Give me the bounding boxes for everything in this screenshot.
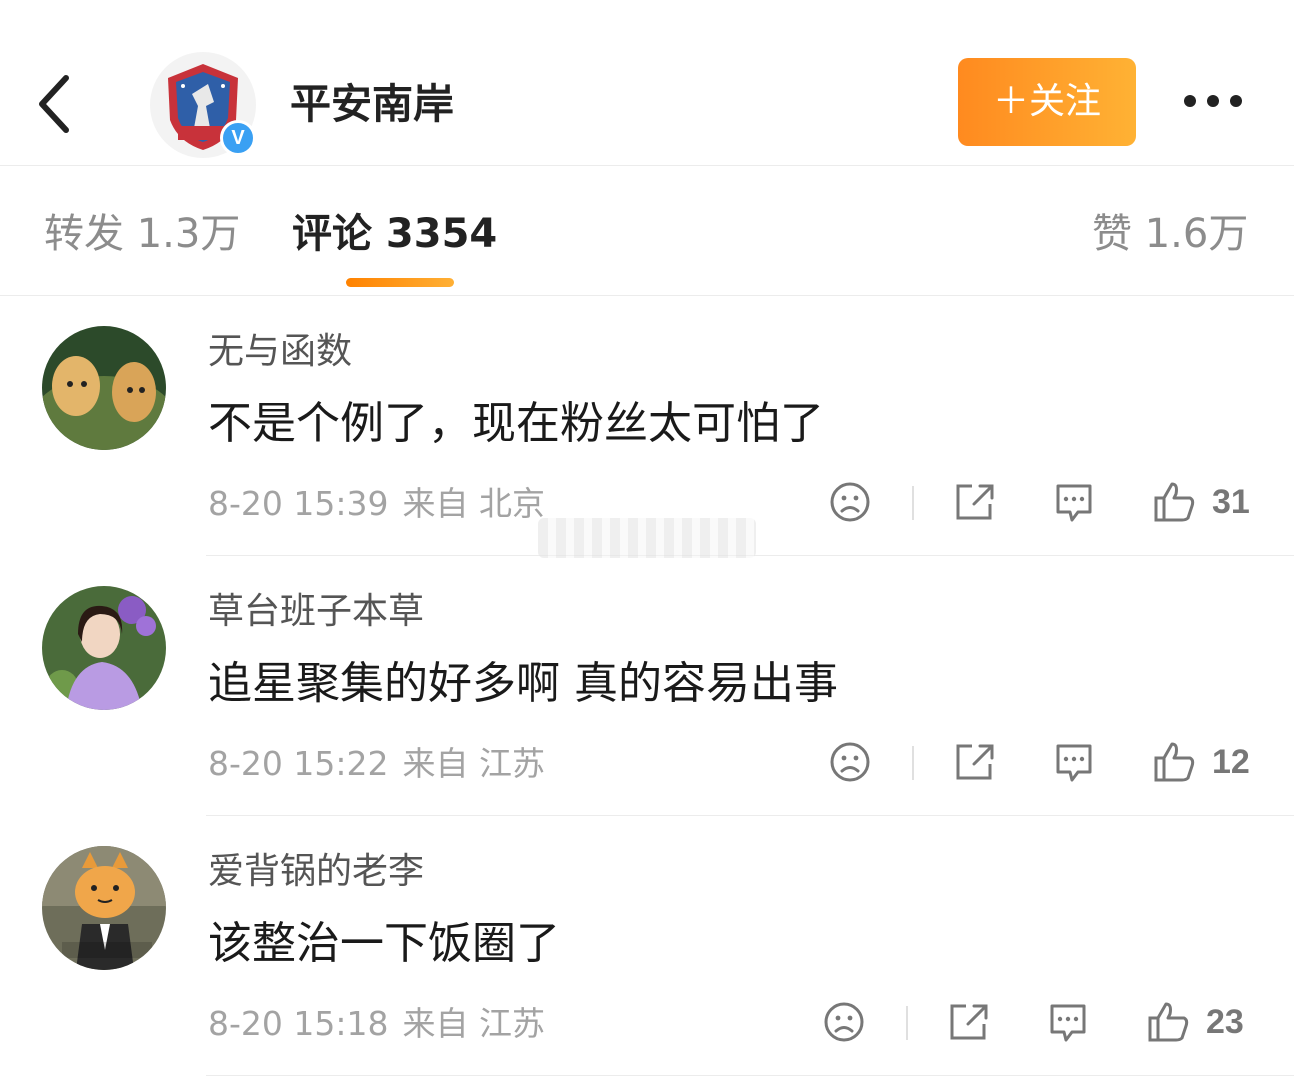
more-dots-icon[interactable]	[1184, 88, 1254, 116]
sad-face-icon[interactable]	[828, 738, 872, 786]
comment-icon[interactable]	[1046, 998, 1090, 1046]
comment-time: 8-20 15:22	[208, 744, 389, 783]
comment-time: 8-20 15:39	[208, 484, 389, 523]
comment-username[interactable]: 草台班子本草	[208, 586, 424, 638]
comment-icon[interactable]	[1052, 738, 1096, 786]
comment-icon[interactable]	[1052, 478, 1096, 526]
divider	[912, 746, 914, 780]
divider	[906, 1006, 908, 1040]
thumbs-up-icon[interactable]	[1152, 738, 1196, 786]
tab-comments[interactable]: 评论 3354	[292, 206, 497, 262]
divider	[912, 486, 914, 520]
chevron-left-icon	[39, 75, 69, 133]
thumbs-up-icon[interactable]	[1152, 478, 1196, 526]
like-count: 12	[1212, 743, 1250, 781]
like-count: 31	[1212, 483, 1250, 521]
comment-text: 该整治一下饭圈了	[208, 918, 560, 969]
comment-location: 来自 江苏	[402, 744, 546, 783]
sad-face-icon[interactable]	[822, 998, 866, 1046]
comment-item: 无与函数 不是个例了，现在粉丝太可怕了 8-20 15:39 来自 北京 31	[0, 296, 1294, 556]
share-icon[interactable]	[952, 478, 996, 526]
watermark	[538, 518, 756, 558]
sad-face-icon[interactable]	[828, 478, 872, 526]
comment-meta: 8-20 15:39 来自 北京	[208, 482, 545, 526]
tab-likes[interactable]: 赞 1.6万	[1092, 206, 1248, 262]
avatar[interactable]	[42, 326, 166, 450]
back-button[interactable]	[28, 66, 84, 142]
active-tab-indicator	[346, 278, 454, 287]
thumbs-up-icon[interactable]	[1146, 998, 1190, 1046]
comment-text: 追星聚集的好多啊 真的容易出事	[208, 658, 838, 709]
comment-item: 爱背锅的老李 该整治一下饭圈了 8-20 15:18 来自 江苏 23	[0, 816, 1294, 1076]
share-icon[interactable]	[952, 738, 996, 786]
comment-location: 来自 北京	[402, 484, 546, 523]
account-name[interactable]: 平安南岸	[290, 74, 454, 134]
avatar[interactable]	[42, 586, 166, 710]
comment-username[interactable]: 爱背锅的老李	[208, 846, 424, 898]
comment-text: 不是个例了，现在粉丝太可怕了	[208, 398, 824, 449]
tab-reposts[interactable]: 转发 1.3万	[44, 206, 240, 262]
top-bar: V 平安南岸 ＋关注	[0, 0, 1294, 166]
avatar[interactable]	[42, 846, 166, 970]
comment-time: 8-20 15:18	[208, 1004, 389, 1043]
share-icon[interactable]	[946, 998, 990, 1046]
comment-meta: 8-20 15:18 来自 江苏	[208, 1002, 545, 1046]
follow-button[interactable]: ＋关注	[958, 58, 1136, 146]
comment-meta: 8-20 15:22 来自 江苏	[208, 742, 545, 786]
comment-username[interactable]: 无与函数	[208, 326, 352, 378]
verified-badge: V	[220, 120, 256, 156]
divider	[206, 1075, 1294, 1076]
comment-item: 草台班子本草 追星聚集的好多啊 真的容易出事 8-20 15:22 来自 江苏 1…	[0, 556, 1294, 816]
like-count: 23	[1206, 1003, 1244, 1041]
tab-bar: 转发 1.3万 评论 3354 赞 1.6万	[0, 166, 1294, 296]
comment-location: 来自 江苏	[402, 1004, 546, 1043]
